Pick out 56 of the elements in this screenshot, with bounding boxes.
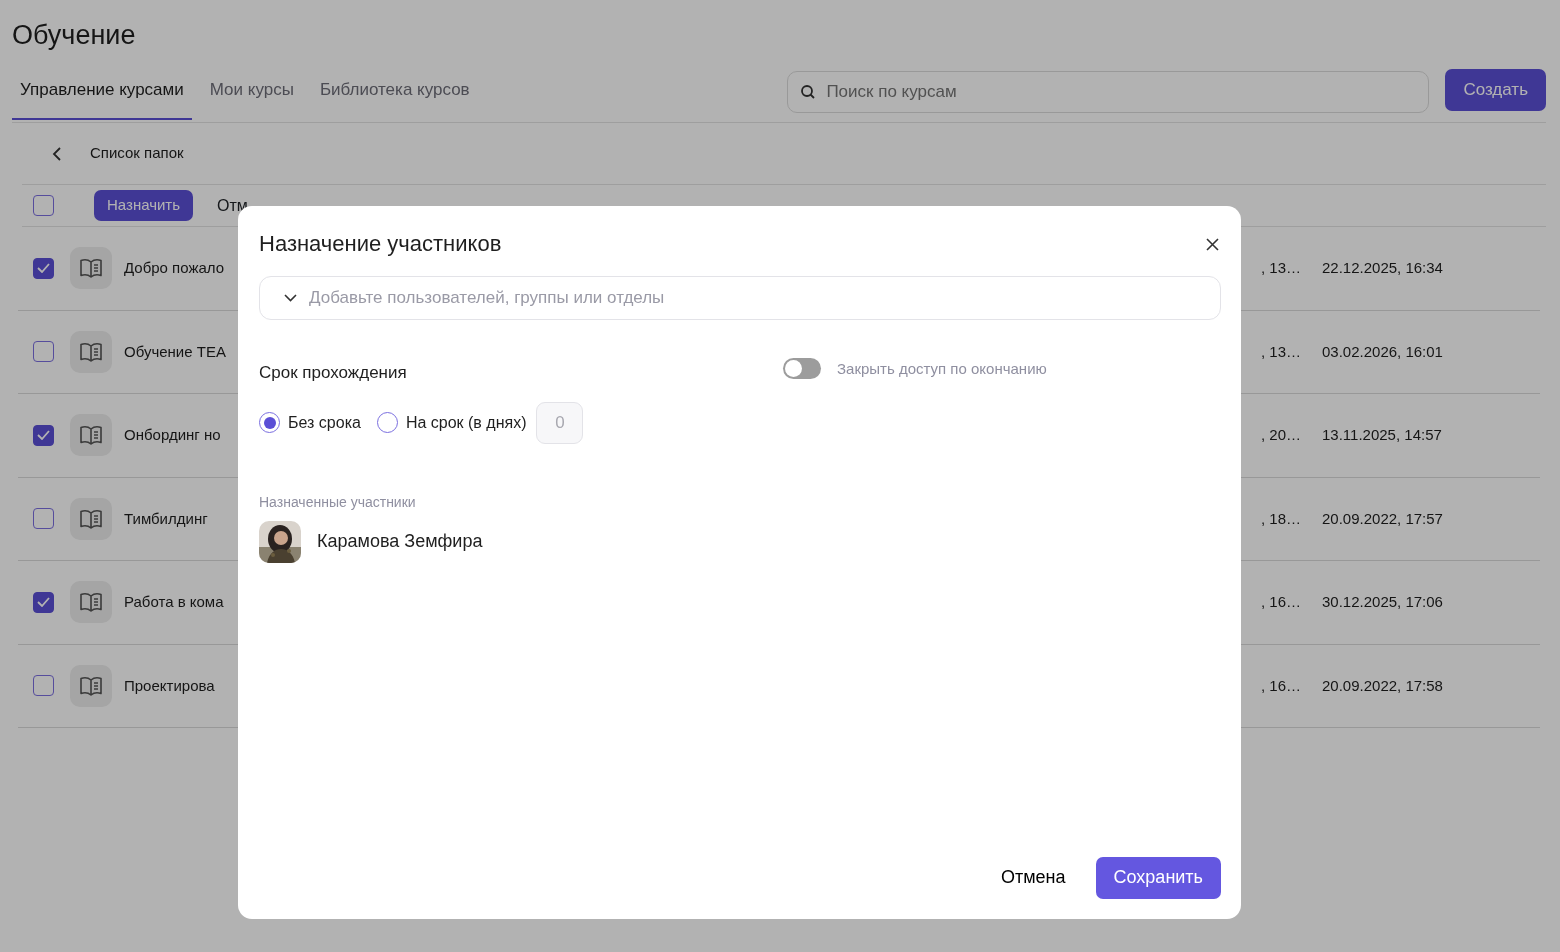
checkbox[interactable] xyxy=(33,675,54,697)
back-icon[interactable] xyxy=(52,145,62,162)
course-title: Онбординг но xyxy=(124,425,221,446)
check-icon xyxy=(37,430,50,441)
course-title: Тимбилдинг xyxy=(124,508,208,529)
date-cell-text: 20.09.2022, 17:57 xyxy=(1322,508,1443,529)
date-cell-text: 30.12.2025, 17:06 xyxy=(1322,592,1443,613)
save-button[interactable]: Сохранить xyxy=(1095,856,1221,899)
date-cell-text: 03.02.2026, 16:01 xyxy=(1322,341,1443,362)
table-cell-text: , 13… xyxy=(1261,258,1302,279)
section-label: Назначенные участники xyxy=(259,492,417,512)
page-title: Обучение xyxy=(12,19,137,52)
table-cell-text: , 16… xyxy=(1261,675,1302,696)
check-icon xyxy=(37,597,50,608)
book-icon xyxy=(70,330,112,373)
check-icon xyxy=(37,263,50,274)
chevron-down-icon xyxy=(284,294,297,302)
table-cell-text: , 18… xyxy=(1261,508,1302,529)
toggle-label: Закрыть доступ по окончанию xyxy=(837,359,1047,379)
radio-option[interactable]: На срок (в днях) xyxy=(376,410,527,435)
search-field[interactable]: Поиск по курсам xyxy=(787,71,1430,114)
radio-option[interactable]: Без срока xyxy=(259,410,361,435)
course-title: Добро пожало xyxy=(124,258,225,279)
book-icon xyxy=(70,247,112,290)
course-title: Проектирова xyxy=(124,675,215,696)
date-cell-text: 22.12.2025, 16:34 xyxy=(1322,258,1443,279)
toggle-switch[interactable] xyxy=(783,358,821,379)
section-label: Срок прохождения xyxy=(259,362,408,384)
create-button[interactable]: Создать xyxy=(1445,69,1546,112)
assign-button[interactable]: Назначить xyxy=(94,190,194,221)
checkbox[interactable] xyxy=(33,591,54,613)
book-icon xyxy=(70,414,112,457)
folder-title: Список папок xyxy=(90,143,184,164)
course-title: Работа в кома xyxy=(124,592,224,613)
tab[interactable]: Библиотека курсов xyxy=(311,71,478,120)
close-icon xyxy=(1206,238,1219,252)
book-icon xyxy=(70,497,112,540)
table-cell-text: , 13… xyxy=(1261,341,1302,362)
course-title: Обучение TEA xyxy=(124,341,226,362)
table-cell-text: , 16… xyxy=(1261,592,1302,613)
checkbox[interactable] xyxy=(33,195,54,217)
cancel-button[interactable]: Отмена xyxy=(986,856,1080,899)
book-icon xyxy=(70,664,112,707)
tab[interactable]: Управление курсами xyxy=(12,71,192,120)
checkbox[interactable] xyxy=(33,508,54,530)
date-cell-text: 20.09.2022, 17:58 xyxy=(1322,675,1443,696)
modal-title: Назначение участников xyxy=(259,230,502,258)
date-cell-text: 13.11.2025, 14:57 xyxy=(1322,425,1442,446)
book-icon xyxy=(70,581,112,624)
checkbox[interactable] xyxy=(33,341,54,363)
participant-name: Карамова Земфира xyxy=(317,530,483,553)
tab[interactable]: Мои курсы xyxy=(201,71,302,120)
table-cell-text: , 20… xyxy=(1261,425,1302,446)
user-picker[interactable]: Добавьте пользователей, группы или отделы xyxy=(259,276,1221,320)
checkbox[interactable] xyxy=(33,424,54,446)
checkbox[interactable] xyxy=(33,257,54,279)
